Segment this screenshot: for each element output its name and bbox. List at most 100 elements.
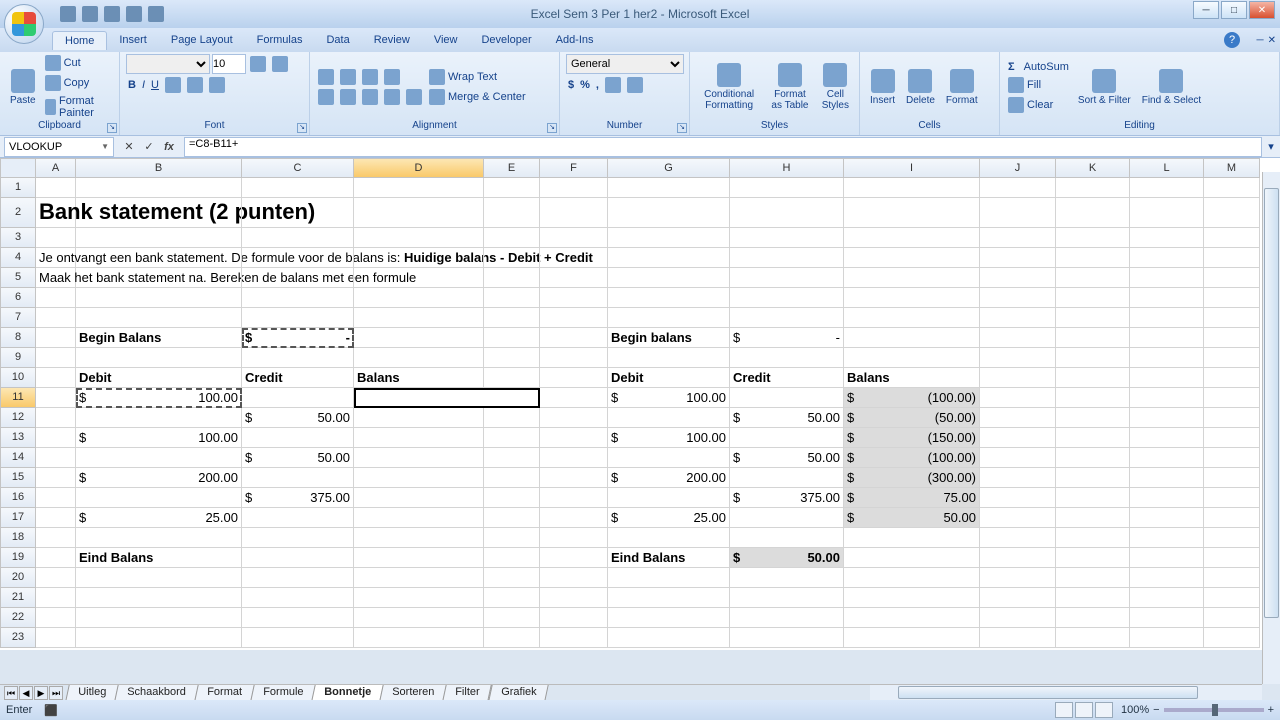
cell[interactable] xyxy=(484,178,540,198)
column-header[interactable]: L xyxy=(1130,158,1204,178)
cell[interactable]: $- xyxy=(242,328,354,348)
cell[interactable] xyxy=(242,388,354,408)
tab-home[interactable]: Home xyxy=(52,31,107,50)
ribbon-minimize-icon[interactable]: ─ xyxy=(1257,35,1264,46)
cell[interactable] xyxy=(1204,348,1260,368)
cell[interactable] xyxy=(844,348,980,368)
cell[interactable] xyxy=(354,588,484,608)
cell[interactable] xyxy=(1130,228,1204,248)
row-header[interactable]: 1 xyxy=(0,178,36,198)
format-as-table-button[interactable]: Format as Table xyxy=(765,61,814,113)
column-header[interactable]: G xyxy=(608,158,730,178)
percent-icon[interactable]: % xyxy=(578,76,592,94)
cell[interactable]: $25.00 xyxy=(76,508,242,528)
shrink-font-icon[interactable] xyxy=(270,54,290,74)
cell[interactable]: Maak het bank statement na. Bereken de b… xyxy=(36,268,76,288)
cell[interactable] xyxy=(242,468,354,488)
column-header[interactable]: E xyxy=(484,158,540,178)
cell[interactable] xyxy=(1056,628,1130,648)
cell[interactable] xyxy=(484,448,540,468)
cell[interactable] xyxy=(980,308,1056,328)
dialog-launcher-icon[interactable]: ↘ xyxy=(547,123,557,133)
row-header[interactable]: 7 xyxy=(0,308,36,328)
column-header[interactable]: H xyxy=(730,158,844,178)
grow-font-icon[interactable] xyxy=(248,54,268,74)
cell[interactable] xyxy=(540,468,608,488)
page-break-view-icon[interactable] xyxy=(1095,702,1113,718)
cell[interactable] xyxy=(76,308,242,328)
tab-review[interactable]: Review xyxy=(362,31,422,49)
cell[interactable] xyxy=(1056,268,1130,288)
column-header[interactable]: M xyxy=(1204,158,1260,178)
cell[interactable] xyxy=(1204,388,1260,408)
align-middle-icon[interactable] xyxy=(338,68,358,86)
cell[interactable] xyxy=(242,348,354,368)
row-header[interactable]: 12 xyxy=(0,408,36,428)
font-color-icon[interactable] xyxy=(207,76,227,94)
cell[interactable] xyxy=(354,468,484,488)
cell[interactable] xyxy=(540,308,608,328)
cell[interactable] xyxy=(980,528,1056,548)
zoom-level[interactable]: 100% xyxy=(1121,704,1149,716)
decrease-indent-icon[interactable] xyxy=(382,88,402,106)
cell[interactable] xyxy=(36,608,76,628)
ribbon-close-icon[interactable]: ✕ xyxy=(1268,35,1276,46)
cell[interactable] xyxy=(1204,328,1260,348)
cell[interactable] xyxy=(540,288,608,308)
bold-button[interactable]: B xyxy=(126,76,138,94)
tab-view[interactable]: View xyxy=(422,31,470,49)
cell[interactable] xyxy=(980,388,1056,408)
cell[interactable] xyxy=(354,228,484,248)
cell[interactable] xyxy=(1130,448,1204,468)
cell[interactable] xyxy=(242,268,354,288)
cell[interactable] xyxy=(1056,178,1130,198)
cell[interactable] xyxy=(242,608,354,628)
cell[interactable] xyxy=(1204,468,1260,488)
cell[interactable] xyxy=(540,608,608,628)
row-header[interactable]: 9 xyxy=(0,348,36,368)
cell[interactable] xyxy=(484,408,540,428)
font-size-input[interactable] xyxy=(212,54,246,74)
cell[interactable] xyxy=(1204,408,1260,428)
cell[interactable]: $(100.00) xyxy=(844,448,980,468)
cell[interactable] xyxy=(354,198,484,228)
cell[interactable] xyxy=(844,288,980,308)
save-icon[interactable] xyxy=(60,6,76,22)
increase-decimal-icon[interactable] xyxy=(603,76,623,94)
cell[interactable]: $100.00 xyxy=(608,428,730,448)
macro-record-icon[interactable]: ⬛ xyxy=(44,704,58,717)
cell[interactable] xyxy=(608,588,730,608)
cell[interactable] xyxy=(242,248,354,268)
cell[interactable] xyxy=(36,178,76,198)
italic-button[interactable]: I xyxy=(140,76,147,94)
cell[interactable]: $100.00 xyxy=(608,388,730,408)
cell[interactable] xyxy=(242,508,354,528)
cell[interactable] xyxy=(354,568,484,588)
cell[interactable]: Eind Balans xyxy=(608,548,730,568)
select-all-corner[interactable] xyxy=(0,158,36,178)
align-center-icon[interactable] xyxy=(338,88,358,106)
cell[interactable] xyxy=(1130,548,1204,568)
cell[interactable] xyxy=(608,488,730,508)
row-header[interactable]: 22 xyxy=(0,608,36,628)
sheet-tab[interactable]: Uitleg xyxy=(65,685,119,701)
cell[interactable] xyxy=(730,308,844,328)
name-box[interactable]: VLOOKUP▼ xyxy=(4,137,114,157)
dialog-launcher-icon[interactable]: ↘ xyxy=(297,123,307,133)
cell[interactable] xyxy=(1130,308,1204,328)
cell[interactable] xyxy=(354,308,484,328)
cell[interactable]: $100.00 xyxy=(76,428,242,448)
cell[interactable] xyxy=(980,588,1056,608)
number-format-select[interactable]: General xyxy=(566,54,684,74)
cell[interactable] xyxy=(484,348,540,368)
zoom-in-icon[interactable]: + xyxy=(1268,704,1274,716)
cell[interactable]: $375.00 xyxy=(242,488,354,508)
cell[interactable]: Debit xyxy=(76,368,242,388)
cell[interactable]: Credit xyxy=(730,368,844,388)
cell[interactable]: $200.00 xyxy=(76,468,242,488)
cell[interactable] xyxy=(980,368,1056,388)
cell[interactable] xyxy=(36,528,76,548)
cell[interactable] xyxy=(540,328,608,348)
row-header[interactable]: 13 xyxy=(0,428,36,448)
cell[interactable] xyxy=(730,288,844,308)
